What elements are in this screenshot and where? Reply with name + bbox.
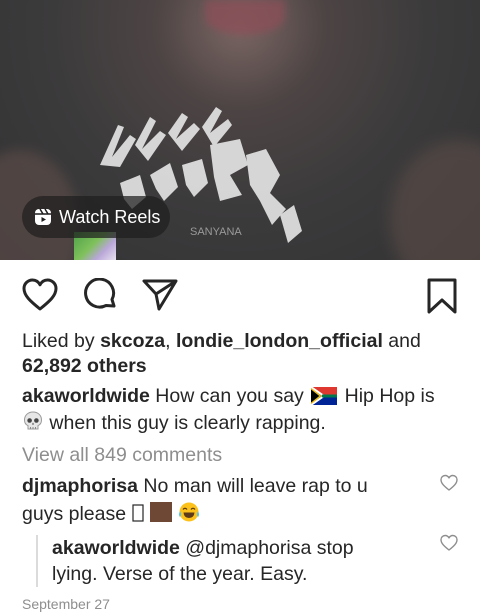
- caption-line-2: when this guy is clearly rapping.: [22, 410, 326, 435]
- comment-icon[interactable]: [84, 278, 118, 312]
- watch-reels-label: Watch Reels: [59, 206, 161, 227]
- action-bar: [0, 272, 480, 318]
- liked-by-user-2[interactable]: londie_london_official: [176, 330, 383, 352]
- missing-glyph-icon: [131, 504, 144, 522]
- likes-and: and: [388, 330, 421, 352]
- comment-1-text-2: guys please: [22, 503, 127, 525]
- caption-text-2: Hip Hop is: [344, 385, 435, 407]
- reply-like-heart-icon[interactable]: [440, 534, 458, 552]
- likes-separator: ,: [165, 330, 171, 352]
- media-arm-right: [390, 140, 480, 260]
- liked-by-user-1[interactable]: skcoza: [100, 330, 165, 352]
- likes-prefix: Liked by: [22, 330, 95, 352]
- post-media[interactable]: SANYANA Watch Reels: [0, 0, 480, 260]
- comment-1-line-1: djmaphorisa No man will leave rap to u: [22, 474, 368, 498]
- caption-line-1: akaworldwide How can you say Hip Hop is: [22, 384, 435, 408]
- post-date: September 27: [22, 596, 110, 612]
- view-all-comments-link[interactable]: View all 849 comments: [22, 443, 222, 467]
- reels-icon: [35, 208, 51, 225]
- reply-line-2: lying. Verse of the year. Easy.: [52, 562, 307, 586]
- caption-text-1: How can you say: [155, 385, 304, 407]
- skull-icon: [23, 411, 43, 430]
- reply-thread-line: [36, 535, 38, 587]
- likes-others-count[interactable]: 62,892 others: [22, 355, 147, 377]
- reply-line-1: akaworldwide @djmaphorisa stop: [52, 536, 354, 560]
- likes-line: Liked by skcoza, londie_london_official …: [22, 329, 421, 353]
- reply-text-2: lying. Verse of the year. Easy.: [52, 563, 308, 585]
- svg-text:SANYANA: SANYANA: [190, 226, 242, 238]
- south-africa-flag-icon: [311, 387, 338, 405]
- comment-1-line-2: guys please: [22, 501, 200, 526]
- reply-text-1: stop: [316, 537, 354, 559]
- caption-text-3: when this guy is clearly rapping.: [49, 412, 326, 434]
- watch-reels-button[interactable]: Watch Reels: [22, 196, 170, 238]
- send-icon[interactable]: [142, 278, 178, 312]
- media-lips-blur: [205, 0, 285, 35]
- comment-1-text-1: No man will leave rap to u: [143, 475, 368, 497]
- likes-count-line: 62,892 others: [22, 354, 147, 378]
- comment-1-like-heart-icon[interactable]: [440, 474, 458, 492]
- reply-mention[interactable]: @djmaphorisa: [185, 537, 311, 559]
- reply-username[interactable]: akaworldwide: [52, 537, 180, 559]
- tears-of-joy-icon: [179, 502, 200, 522]
- heart-icon[interactable]: [22, 278, 58, 312]
- bookmark-icon[interactable]: [426, 278, 458, 314]
- brown-square-icon: [149, 502, 172, 522]
- caption-username[interactable]: akaworldwide: [22, 385, 150, 407]
- comment-1-username[interactable]: djmaphorisa: [22, 475, 138, 497]
